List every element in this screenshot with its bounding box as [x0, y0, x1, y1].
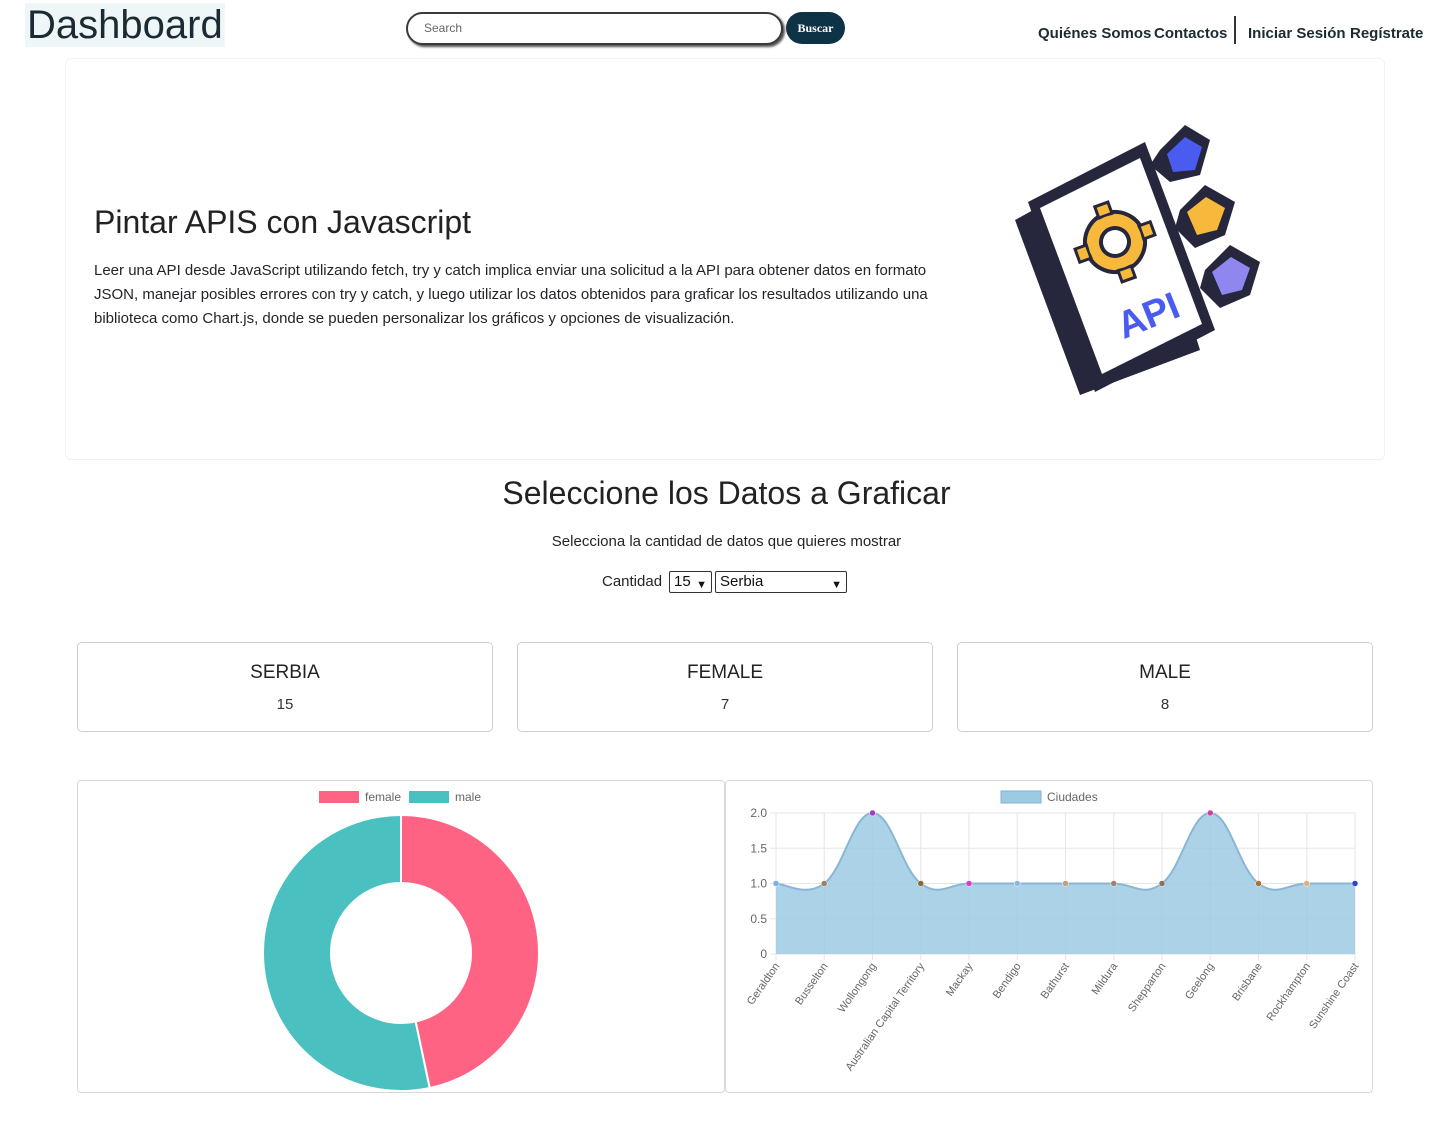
- chevron-down-icon: ▼: [831, 579, 842, 591]
- card-value: 7: [720, 696, 730, 713]
- x-tick-label: Geelong: [1183, 961, 1217, 1002]
- x-tick-label: Mackay: [944, 960, 976, 998]
- data-point: [1014, 880, 1021, 887]
- x-tick-label: Wollongong: [836, 961, 879, 1015]
- section-subtitle: Selecciona la cantidad de datos que quie…: [551, 533, 902, 550]
- data-point: [965, 880, 973, 887]
- x-tick-label: Australian Capital Territory: [844, 960, 928, 1073]
- quantity-select[interactable]: 15 ▼: [669, 571, 712, 593]
- country-select[interactable]: Serbia ▼: [715, 571, 847, 593]
- nav-link-register[interactable]: Regístrate: [1350, 25, 1423, 45]
- stat-card-country: SERBIA 15: [77, 642, 493, 732]
- area-chart: Ciudades 2.0 1.5 1.0 0.5 0Geraldton Busselton W…: [745, 790, 1362, 1073]
- data-point: [821, 880, 828, 887]
- legend-swatch-male: [409, 791, 449, 803]
- api-illustration: API: [1015, 125, 1260, 395]
- hero-description: Leer una API desde JavaScript utilizando…: [94, 262, 928, 327]
- data-point: [869, 809, 876, 817]
- legend-label-male: male: [455, 790, 481, 804]
- search-input[interactable]: Search: [406, 12, 783, 45]
- search-button[interactable]: Buscar: [786, 12, 845, 44]
- nav-link-login[interactable]: Iniciar Sesión: [1248, 25, 1346, 45]
- data-point: [1110, 880, 1117, 887]
- stat-card-male: MALE 8: [957, 642, 1373, 732]
- quantity-label: Cantidad: [602, 573, 663, 590]
- doughnut-chart: female male: [262, 790, 540, 1092]
- data-point: [917, 880, 924, 887]
- section-title: Seleccione los Datos a Graficar: [502, 475, 951, 511]
- data-point: [1351, 880, 1359, 887]
- x-tick-label: Brisbane: [1230, 961, 1265, 1003]
- data-point: [772, 880, 780, 887]
- card-title: MALE: [1139, 662, 1191, 683]
- data-point: [1062, 880, 1069, 887]
- data-point: [1255, 880, 1262, 887]
- legend-swatch-ciudades: [1000, 790, 1042, 804]
- data-point: [1207, 809, 1214, 817]
- y-tick-label: 2.0: [750, 806, 767, 820]
- data-point: [1303, 880, 1310, 887]
- quantity-select-value: 15: [674, 573, 691, 590]
- card-value: 15: [276, 696, 294, 713]
- x-tick-label: Bathurst: [1039, 961, 1072, 1001]
- card-title: FEMALE: [686, 662, 764, 683]
- card-value: 8: [1160, 696, 1170, 713]
- x-tick-label: Shepparton: [1126, 961, 1168, 1014]
- x-tick-label: Sunshine Coast: [1307, 961, 1361, 1032]
- chevron-down-icon: ▼: [696, 579, 707, 591]
- x-tick-label: Busselton: [793, 961, 831, 1007]
- nav-divider: [1234, 16, 1236, 44]
- x-tick-label: Rockhampton: [1264, 961, 1313, 1023]
- area-chart-panel: Ciudades 2.0 1.5 1.0 0.5 0 Geraldton Busselton W…: [725, 780, 1373, 1093]
- x-tick-label: Geraldton: [745, 961, 783, 1007]
- card-title: SERBIA: [250, 662, 320, 683]
- doughnut-chart-panel: female male: [77, 780, 725, 1093]
- hero-title: Pintar APIS con Javascript: [94, 204, 472, 240]
- y-tick-label: 1.5: [750, 841, 767, 855]
- y-tick-label: 0: [760, 947, 767, 961]
- y-tick-label: 0.5: [750, 912, 767, 926]
- legend-label-female: female: [365, 790, 401, 804]
- brand-title[interactable]: Dashboard: [25, 3, 225, 47]
- legend-label-ciudades: Ciudades: [1047, 790, 1098, 804]
- legend-swatch-female: [319, 791, 359, 803]
- data-point: [1158, 880, 1166, 887]
- x-tick-label: Bendigo: [991, 961, 1024, 1001]
- nav-link-contacts[interactable]: Contactos: [1154, 25, 1227, 45]
- nav-link-about[interactable]: Quiénes Somos: [1038, 25, 1151, 45]
- country-select-value: Serbia: [720, 573, 764, 590]
- top-navbar: Dashboard Search Buscar Quiénes Somos Co…: [0, 0, 1453, 56]
- stat-card-female: FEMALE 7: [517, 642, 933, 732]
- y-tick-label: 1.0: [750, 877, 767, 891]
- x-tick-label: Mildura: [1090, 960, 1121, 997]
